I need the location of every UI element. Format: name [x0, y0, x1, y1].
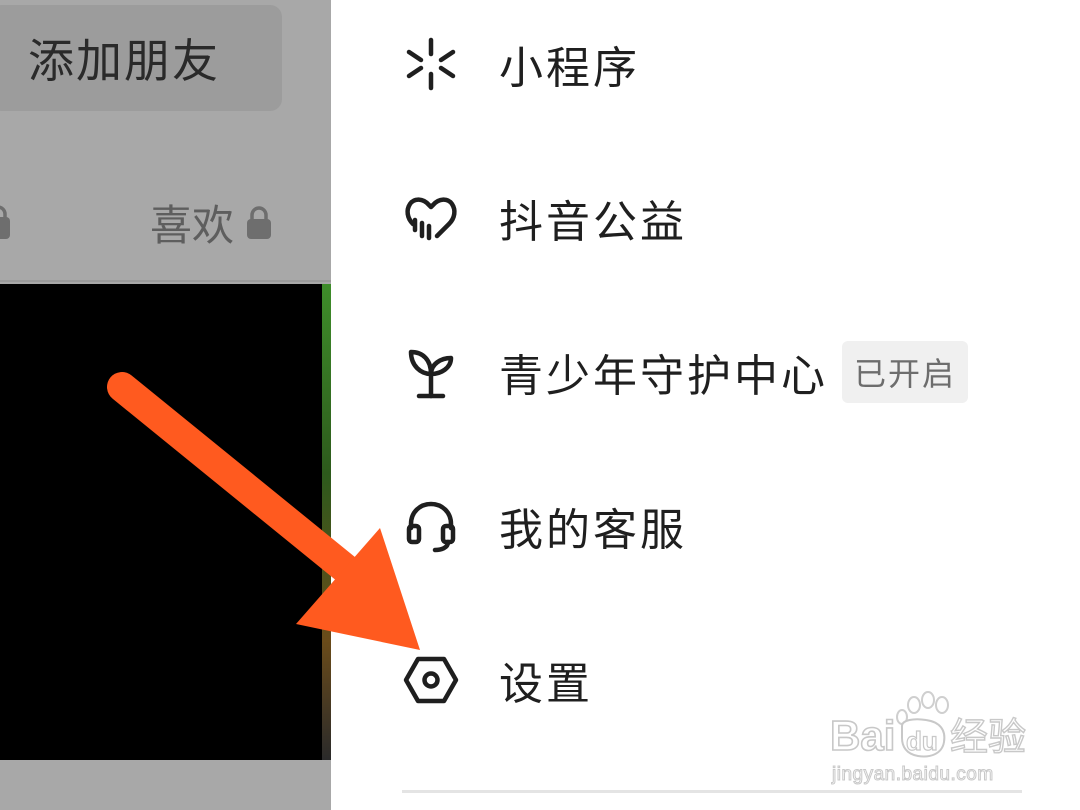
tab-likes-label: 喜欢: [150, 201, 235, 250]
tab-divider: [0, 280, 331, 282]
menu-item-label: 抖音公益: [499, 197, 687, 248]
menu-item-mini-program[interactable]: 小程序: [403, 24, 640, 104]
screen: 添加朋友 喜欢 小程序 抖音公益 青少年守护中心 已开启 我的客服 设置 Bai…: [0, 0, 1080, 810]
settings-hexagon-icon: [403, 652, 459, 708]
add-friend-label: 添加朋友: [28, 34, 220, 88]
profile-background-pane[interactable]: 添加朋友 喜欢: [0, 0, 331, 810]
menu-item-charity[interactable]: 抖音公益: [403, 178, 687, 258]
menu-item-settings[interactable]: 设置: [403, 640, 593, 720]
charity-heart-icon: [403, 190, 459, 246]
menu-item-label: 我的客服: [499, 505, 687, 556]
add-friend-button[interactable]: 添加朋友: [0, 5, 282, 111]
tab-likes[interactable]: 喜欢: [150, 192, 272, 253]
profile-bottom-area: [0, 760, 331, 810]
lock-icon: [0, 205, 10, 239]
menu-item-customer-service[interactable]: 我的客服: [403, 486, 687, 566]
status-badge: 已开启: [842, 341, 969, 403]
sprout-icon: [403, 344, 459, 400]
video-thumbnail-edge: [322, 284, 331, 760]
menu-item-youth-protection[interactable]: 青少年守护中心 已开启: [403, 332, 969, 412]
mini-program-icon: [403, 36, 459, 92]
menu-item-label: 小程序: [499, 43, 640, 94]
lock-icon: [247, 205, 272, 239]
menu-item-label: 设置: [499, 659, 593, 710]
side-drawer-menu: 小程序 抖音公益 青少年守护中心 已开启 我的客服 设置: [331, 0, 1080, 810]
headset-icon: [403, 498, 459, 554]
drawer-divider: [402, 790, 1022, 793]
video-thumbnail[interactable]: [0, 284, 331, 760]
menu-item-label: 青少年守护中心: [499, 351, 828, 402]
